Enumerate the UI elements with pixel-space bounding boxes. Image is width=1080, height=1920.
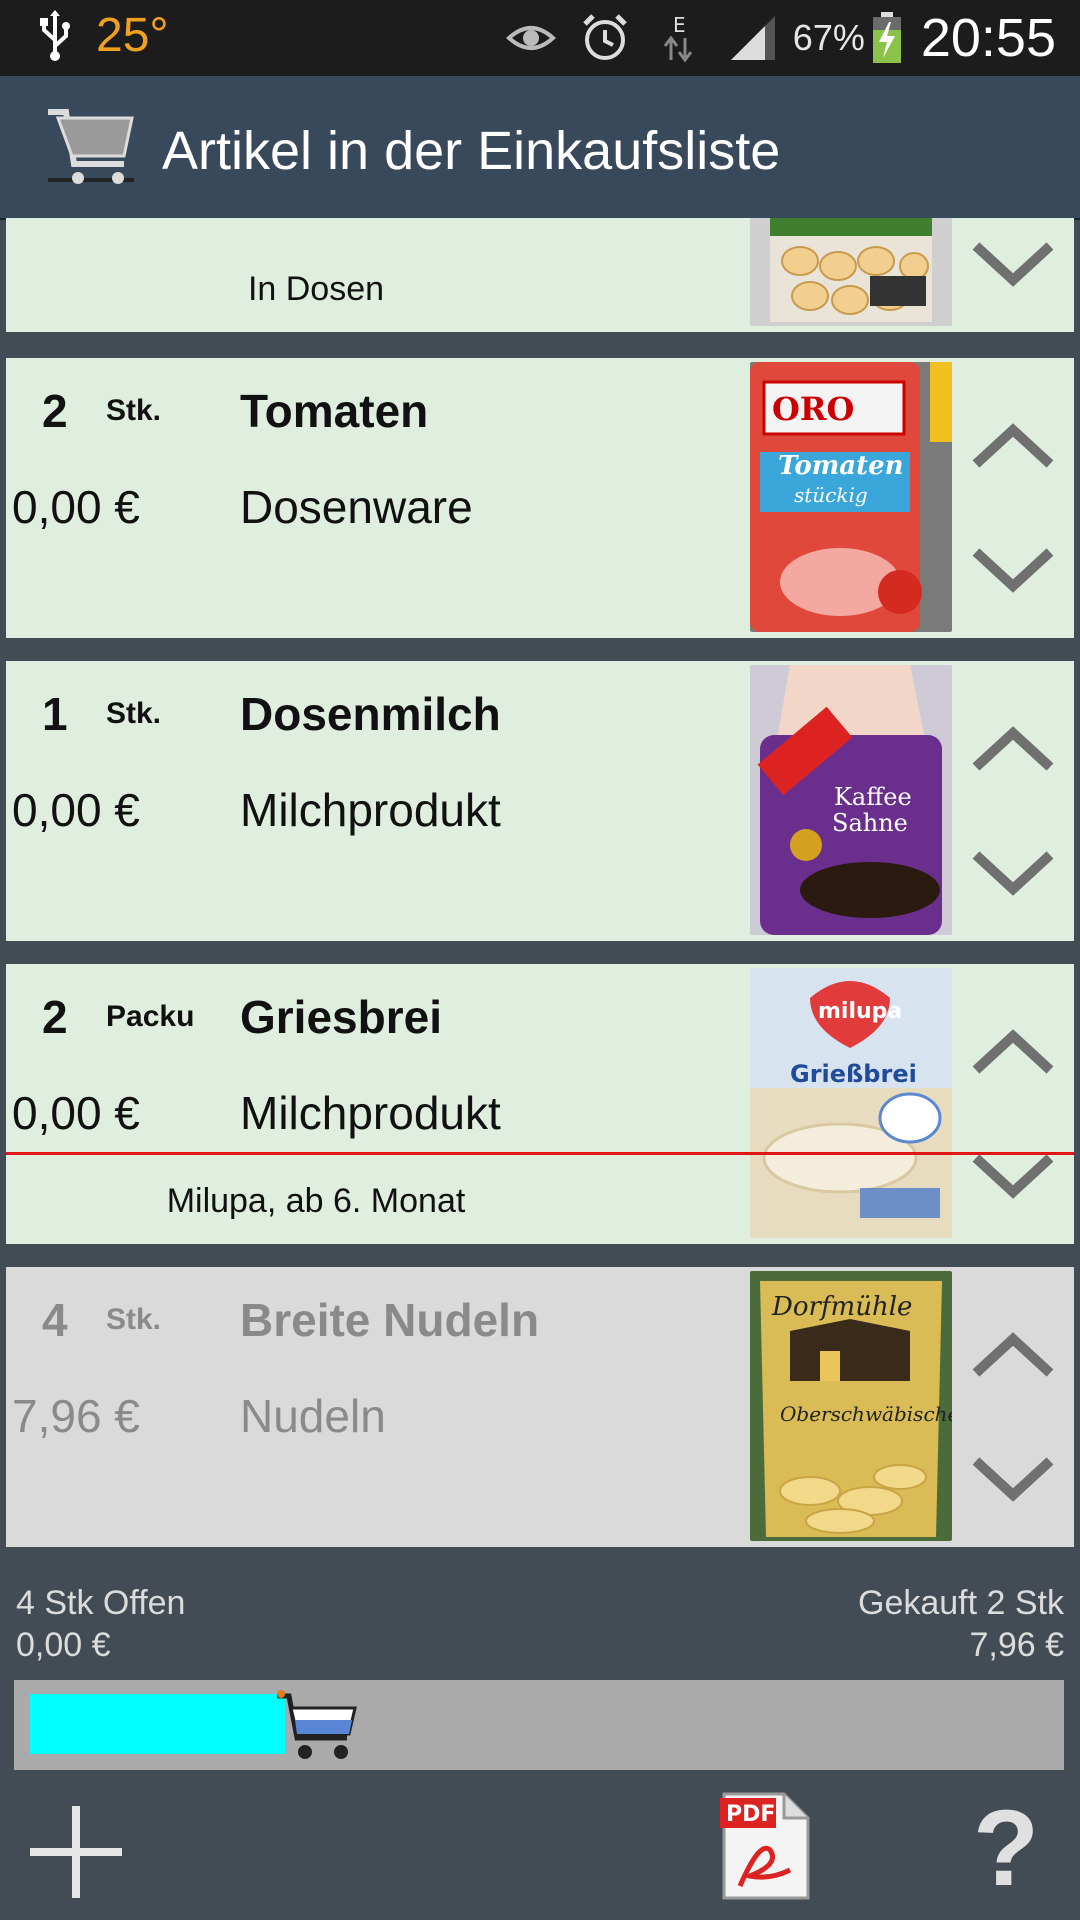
svg-text:Tomaten: Tomaten [778, 451, 904, 481]
edge-data-icon: E [663, 13, 692, 63]
battery-percent: 67% [792, 17, 865, 58]
move-up-icon[interactable] [970, 725, 1056, 775]
svg-text:Grießbrei: Grießbrei [790, 1060, 917, 1088]
status-bar-right: E 67% 20:55 [483, 6, 1056, 70]
item-category: Milchprodukt [240, 784, 501, 836]
action-bar: Artikel in der Einkaufsliste [0, 76, 1080, 220]
shopping-cart-icon[interactable] [44, 98, 136, 192]
move-down-icon[interactable] [970, 544, 1056, 594]
item-note: Milupa, ab 6. Monat [166, 1182, 466, 1220]
svg-text:Oberschwäbische: Oberschwäbische [780, 1402, 952, 1426]
item-quantity: 2 [42, 385, 68, 437]
move-up-icon[interactable] [970, 1331, 1056, 1381]
list-item-bought[interactable]: 4 Stk. Breite Nudeln 7,96 € Nudeln Dorfm… [6, 1267, 1074, 1547]
move-down-icon[interactable] [970, 847, 1056, 897]
item-price: 0,00 € [12, 481, 140, 533]
item-price: 0,00 € [12, 784, 140, 836]
move-down-icon[interactable] [970, 1453, 1056, 1503]
semolina-porridge-image: milupa Grießbrei [750, 968, 952, 1238]
eye-icon [505, 26, 556, 50]
open-total: 0,00 € [16, 1626, 111, 1664]
item-note: In Dosen [247, 270, 385, 308]
item-price: 7,96 € [12, 1390, 140, 1442]
item-image[interactable]: Dorfmühle Oberschwäbische [750, 1271, 952, 1541]
item-name: Dosenmilch [240, 688, 501, 740]
item-image[interactable]: Kaffee Sahne [750, 665, 952, 935]
open-count: 4 Stk Offen [16, 1584, 186, 1622]
summary-bar: 4 Stk Offen 0,00 € Gekauft 2 Stk 7,96 € [0, 1548, 1080, 1680]
item-category: Dosenware [240, 481, 473, 533]
shopping-list: In Dosen 2 Stk. Tomaten 0,00 € Dosenware… [0, 218, 1080, 1548]
item-image[interactable]: milupa Grießbrei [750, 968, 952, 1238]
svg-text:Dorfmühle: Dorfmühle [771, 1292, 912, 1322]
progress-fill [30, 1694, 285, 1754]
temperature-label: 25° [96, 9, 169, 62]
alarm-icon [583, 14, 627, 60]
item-quantity: 1 [42, 688, 68, 740]
item-name: Breite Nudeln [240, 1294, 540, 1346]
add-icon[interactable] [24, 1800, 128, 1904]
bought-count: Gekauft 2 Stk [858, 1584, 1064, 1622]
svg-text:Sahne: Sahne [832, 809, 908, 837]
svg-text:stückig: stückig [794, 483, 868, 507]
coffee-cream-image: Kaffee Sahne [750, 665, 952, 935]
move-up-icon[interactable] [970, 1028, 1056, 1078]
item-category: Milchprodukt [240, 1087, 501, 1139]
item-price: 0,00 € [12, 1087, 140, 1139]
pdf-icon[interactable]: PDF [720, 1790, 812, 1902]
item-name: Tomaten [240, 385, 429, 437]
bought-strikethrough [6, 1152, 1074, 1155]
move-down-icon[interactable] [970, 1150, 1056, 1200]
svg-text:ORO: ORO [772, 390, 854, 428]
svg-text:E: E [673, 13, 686, 37]
item-unit: Stk. [106, 697, 162, 730]
help-button[interactable]: ? [958, 1788, 1054, 1908]
svg-text:PDF: PDF [726, 1802, 775, 1827]
signal-icon [730, 16, 775, 60]
status-bar-left: 25° [36, 8, 169, 63]
list-item[interactable]: 2 Packu Griesbrei 0,00 € Milchprodukt Mi… [6, 964, 1074, 1244]
item-name: Griesbrei [240, 991, 442, 1043]
item-image[interactable] [750, 218, 952, 326]
move-up-icon[interactable] [970, 422, 1056, 472]
progress-bar [14, 1680, 1064, 1770]
noodles-bag-image: Dorfmühle Oberschwäbische [750, 1271, 952, 1541]
cart-progress-icon [277, 1690, 357, 1759]
status-bar: 25° E 67% 20:55 [0, 0, 1080, 76]
battery-charging-icon [872, 12, 901, 63]
item-unit: Stk. [106, 1303, 162, 1336]
list-item[interactable]: In Dosen [6, 218, 1074, 332]
item-unit: Packu [106, 1000, 195, 1033]
usb-icon [40, 9, 70, 61]
list-item[interactable]: 2 Stk. Tomaten 0,00 € Dosenware ORO Toma… [6, 358, 1074, 638]
bought-total: 7,96 € [969, 1626, 1064, 1664]
bottom-toolbar: PDF ? [0, 1770, 1080, 1920]
canned-beans-image [750, 218, 952, 326]
item-image[interactable]: ORO Tomaten stückig [750, 362, 952, 632]
item-quantity: 4 [42, 1294, 68, 1346]
page-title: Artikel in der Einkaufsliste [162, 121, 781, 181]
clock: 20:55 [920, 8, 1056, 68]
list-item[interactable]: 1 Stk. Dosenmilch 0,00 € Milchprodukt Ka… [6, 661, 1074, 941]
move-down-icon[interactable] [970, 238, 1056, 288]
canned-tomatoes-image: ORO Tomaten stückig [750, 362, 952, 632]
item-unit: Stk. [106, 394, 162, 427]
svg-text:Kaffee: Kaffee [834, 783, 912, 811]
item-category: Nudeln [240, 1390, 386, 1442]
svg-text:milupa: milupa [818, 999, 902, 1024]
item-quantity: 2 [42, 991, 68, 1043]
